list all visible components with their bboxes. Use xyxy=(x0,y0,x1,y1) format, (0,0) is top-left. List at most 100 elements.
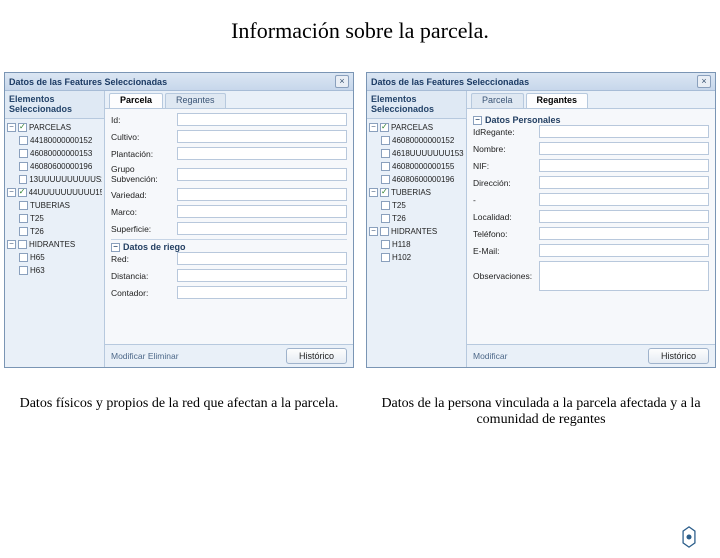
tree-group[interactable]: −HIDRANTES xyxy=(369,225,464,238)
tab-regantes[interactable]: Regantes xyxy=(526,93,589,108)
input-observaciones[interactable] xyxy=(539,261,709,291)
checkbox[interactable] xyxy=(380,188,389,197)
bottom-links-left[interactable]: Modificar Eliminar xyxy=(111,351,179,361)
input-id[interactable] xyxy=(177,113,347,126)
tree-item[interactable]: 13UUUUUUUUUUS2 xyxy=(7,173,102,186)
checkbox[interactable] xyxy=(19,175,28,184)
tree-group[interactable]: −PARCELAS xyxy=(369,121,464,134)
checkbox[interactable] xyxy=(381,136,390,145)
checkbox[interactable] xyxy=(19,266,28,275)
tree-item[interactable]: T25 xyxy=(7,212,102,225)
label-cultivo: Cultivo: xyxy=(111,132,173,142)
input-nombre[interactable] xyxy=(539,142,709,155)
checkbox[interactable] xyxy=(381,201,390,210)
expander-icon[interactable]: − xyxy=(111,243,120,252)
checkbox[interactable] xyxy=(18,188,27,197)
close-icon[interactable]: × xyxy=(335,75,349,88)
expander-icon[interactable]: − xyxy=(473,116,482,125)
input-cultivo[interactable] xyxy=(177,130,347,143)
tree-item[interactable]: H118 xyxy=(369,238,464,251)
checkbox[interactable] xyxy=(18,240,27,249)
checkbox[interactable] xyxy=(381,149,390,158)
tree-item[interactable]: 46080000000155 xyxy=(369,160,464,173)
close-icon[interactable]: × xyxy=(697,75,711,88)
checkbox[interactable] xyxy=(381,253,390,262)
input-red[interactable] xyxy=(177,252,347,265)
input-variedad[interactable] xyxy=(177,188,347,201)
input-marco[interactable] xyxy=(177,205,347,218)
input-grupo[interactable] xyxy=(177,168,347,181)
historico-button[interactable]: Histórico xyxy=(648,348,709,364)
sidebar-header-right: Elementos Seleccionados xyxy=(367,91,466,119)
checkbox[interactable] xyxy=(19,201,28,210)
tab-parcela[interactable]: Parcela xyxy=(471,93,524,108)
label-red: Red: xyxy=(111,254,173,264)
tab-regantes[interactable]: Regantes xyxy=(165,93,226,108)
label-distancia: Distancia: xyxy=(111,271,173,281)
tab-parcela[interactable]: Parcela xyxy=(109,93,163,108)
checkbox[interactable] xyxy=(19,253,28,262)
tree-item[interactable]: 44180000000152 xyxy=(7,134,102,147)
input-localidad[interactable] xyxy=(539,210,709,223)
expander-icon[interactable]: − xyxy=(369,188,378,197)
input-plantacion[interactable] xyxy=(177,147,347,160)
input-superficie[interactable] xyxy=(177,222,347,235)
checkbox[interactable] xyxy=(19,136,28,145)
expander-icon[interactable]: − xyxy=(7,123,16,132)
tree-item[interactable]: 46080000000152 xyxy=(369,134,464,147)
input-distancia[interactable] xyxy=(177,269,347,282)
checkbox[interactable] xyxy=(18,123,27,132)
tree-group[interactable]: −44UUUUUUUUUU15 xyxy=(7,186,102,199)
bottom-links-right[interactable]: Modificar xyxy=(473,351,507,361)
tree-item[interactable]: T26 xyxy=(369,212,464,225)
input-direccion[interactable] xyxy=(539,176,709,189)
tree-item[interactable]: 4618UUUUUUU153 xyxy=(369,147,464,160)
section-datos-riego[interactable]: −Datos de riego xyxy=(111,239,347,252)
tree-group[interactable]: −TUBERIAS xyxy=(369,186,464,199)
tabs-left: Parcela Regantes xyxy=(105,91,353,109)
input-telefono[interactable] xyxy=(539,227,709,240)
tree-left[interactable]: −PARCELAS 44180000000152 46080000000153 … xyxy=(5,119,104,279)
input-idregante[interactable] xyxy=(539,125,709,138)
checkbox[interactable] xyxy=(19,149,28,158)
tree-item[interactable]: T26 xyxy=(7,225,102,238)
input-contador[interactable] xyxy=(177,286,347,299)
expander-icon[interactable]: − xyxy=(369,227,378,236)
checkbox[interactable] xyxy=(19,214,28,223)
label-superficie: Superficie: xyxy=(111,224,173,234)
window-title-right: Datos de las Features Seleccionadas xyxy=(371,77,529,87)
checkbox[interactable] xyxy=(381,240,390,249)
input-nif[interactable] xyxy=(539,159,709,172)
titlebar-right: Datos de las Features Seleccionadas × xyxy=(367,73,715,91)
expander-icon[interactable]: − xyxy=(7,240,16,249)
tree-item[interactable]: 46080600000196 xyxy=(7,160,102,173)
tree-item[interactable]: H63 xyxy=(7,264,102,277)
label-contador: Contador: xyxy=(111,288,173,298)
checkbox[interactable] xyxy=(19,227,28,236)
label-email: E-Mail: xyxy=(473,246,535,256)
expander-icon[interactable]: − xyxy=(7,188,16,197)
checkbox[interactable] xyxy=(381,175,390,184)
checkbox[interactable] xyxy=(381,162,390,171)
label-idregante: IdRegante: xyxy=(473,127,535,137)
checkbox[interactable] xyxy=(19,162,28,171)
tree-item[interactable]: TUBERIAS xyxy=(7,199,102,212)
tree-right[interactable]: −PARCELAS 46080000000152 4618UUUUUUU153 … xyxy=(367,119,466,266)
tree-item[interactable]: H102 xyxy=(369,251,464,264)
sidebar-left: Elementos Seleccionados −PARCELAS 441800… xyxy=(5,91,105,367)
tree-item[interactable]: T25 xyxy=(369,199,464,212)
tree-item[interactable]: H65 xyxy=(7,251,102,264)
tree-group[interactable]: −HIDRANTES xyxy=(7,238,102,251)
form-right: −Datos Personales IdRegante: Nombre: NIF… xyxy=(467,109,715,344)
tree-item[interactable]: 46080600000196 xyxy=(369,173,464,186)
tree-item[interactable]: 46080000000153 xyxy=(7,147,102,160)
input-email[interactable] xyxy=(539,244,709,257)
historico-button[interactable]: Histórico xyxy=(286,348,347,364)
checkbox[interactable] xyxy=(380,123,389,132)
tree-group[interactable]: −PARCELAS xyxy=(7,121,102,134)
checkbox[interactable] xyxy=(380,227,389,236)
expander-icon[interactable]: − xyxy=(369,123,378,132)
checkbox[interactable] xyxy=(381,214,390,223)
input-direccion2[interactable] xyxy=(539,193,709,206)
section-datos-personales[interactable]: −Datos Personales xyxy=(473,113,709,125)
